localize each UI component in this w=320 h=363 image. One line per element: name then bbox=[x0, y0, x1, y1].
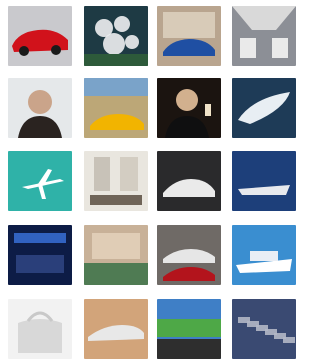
gallery-image-red-sports-car[interactable] bbox=[8, 6, 72, 66]
gallery-image-jet-cabin[interactable] bbox=[232, 6, 296, 66]
gallery-image-man-portrait[interactable] bbox=[8, 78, 72, 138]
gallery-image-white-supercar-night[interactable] bbox=[157, 151, 221, 211]
photo-grid bbox=[0, 0, 296, 363]
gallery-image-yacht-blue-sea[interactable] bbox=[232, 151, 296, 211]
gallery-image-superyacht[interactable] bbox=[232, 225, 296, 285]
gallery-image-blue-lit-limo-interior[interactable] bbox=[8, 225, 72, 285]
gallery-image-race-car-track[interactable] bbox=[84, 299, 148, 359]
gallery-image-supercars-garage[interactable] bbox=[157, 225, 221, 285]
gallery-image-yacht-aerial[interactable] bbox=[232, 78, 296, 138]
gallery-image-stadium-crowd[interactable] bbox=[157, 299, 221, 359]
gallery-image-white-flowers[interactable] bbox=[84, 6, 148, 66]
gallery-image-villa-pool[interactable] bbox=[84, 225, 148, 285]
gallery-image-man-toast[interactable] bbox=[157, 78, 221, 138]
gallery-image-marina-boats[interactable] bbox=[232, 299, 296, 359]
gallery-image-luxury-interior[interactable] bbox=[84, 151, 148, 211]
gallery-image-white-leather-bag[interactable] bbox=[8, 299, 72, 359]
gallery-image-plane-over-turquoise[interactable] bbox=[8, 151, 72, 211]
gallery-image-blue-supercar-mansion[interactable] bbox=[157, 6, 221, 66]
gallery-image-cars-desert[interactable] bbox=[84, 78, 148, 138]
